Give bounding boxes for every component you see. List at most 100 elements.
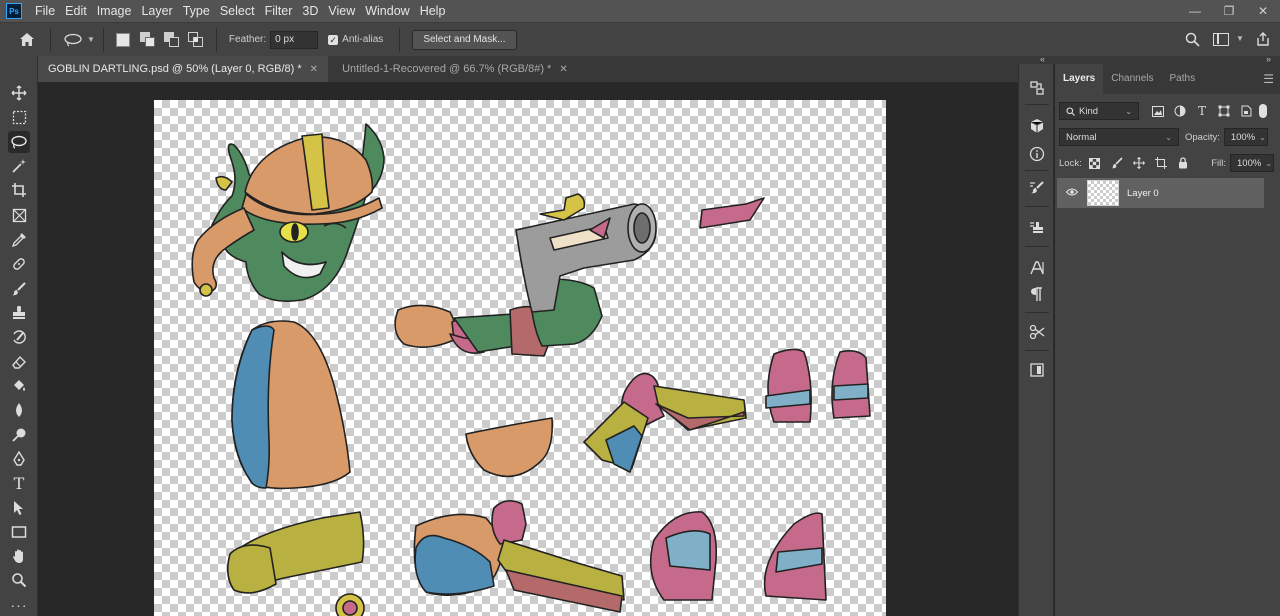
rectangle-tool-icon[interactable] (8, 521, 30, 543)
lock-label: Lock: (1059, 157, 1082, 169)
close-tab-icon[interactable]: ✕ (310, 64, 318, 75)
history-panel-icon[interactable] (1027, 78, 1047, 98)
lock-image-pixels-icon[interactable] (1110, 156, 1124, 170)
layers-scrollbar[interactable] (1268, 100, 1278, 300)
move-tool-icon[interactable] (8, 82, 30, 104)
blend-mode-select[interactable]: Normal ⌄ (1059, 128, 1179, 146)
menu-filter[interactable]: Filter (262, 4, 300, 18)
menu-type[interactable]: Type (180, 4, 217, 18)
menu-select[interactable]: Select (217, 4, 262, 18)
smart-object-filter-icon[interactable] (1239, 104, 1253, 118)
opacity-input[interactable]: 100% ⌄ (1223, 128, 1268, 146)
new-selection-icon[interactable] (115, 32, 130, 47)
menu-file[interactable]: File (32, 4, 62, 18)
lock-position-icon[interactable] (1132, 156, 1146, 170)
layer-name[interactable]: Layer 0 (1127, 188, 1159, 199)
subtract-selection-icon[interactable] (163, 31, 180, 48)
crop-tool-icon[interactable] (8, 179, 30, 201)
adjustment-layer-filter-icon[interactable] (1173, 104, 1187, 118)
menu-help[interactable]: Help (417, 4, 453, 18)
share-icon[interactable] (1255, 31, 1271, 50)
brush-tool-icon[interactable] (8, 278, 30, 300)
lasso-tool-preset-icon[interactable]: ▼ (63, 33, 95, 47)
workspace-icon[interactable] (1213, 33, 1229, 46)
minimize-icon[interactable]: — (1188, 4, 1202, 18)
anti-alias-checkbox[interactable]: ✓ (328, 34, 339, 45)
menu-layer[interactable]: Layer (138, 4, 179, 18)
filter-kind-select[interactable]: Kind ⌄ (1059, 102, 1139, 120)
clone-source-panel-icon[interactable] (1027, 218, 1047, 238)
blend-opacity-row: Normal ⌄ Opacity: 100% ⌄ (1059, 128, 1274, 146)
tab-layers[interactable]: Layers (1055, 64, 1104, 94)
close-icon[interactable]: ✕ (1256, 4, 1270, 18)
shape-layer-filter-icon[interactable] (1217, 104, 1231, 118)
3d-panel-icon[interactable] (1027, 116, 1047, 136)
brush-settings-panel-icon[interactable] (1027, 178, 1047, 198)
hand-tool-icon[interactable] (8, 545, 30, 567)
collapse-panels-icon[interactable]: « (1040, 54, 1045, 64)
layers-panel-tabs: Layers Channels Paths ☰ (1055, 64, 1280, 94)
type-tool-icon[interactable]: T (8, 472, 30, 494)
search-icon[interactable] (1185, 32, 1200, 50)
tab-goblin-dartling[interactable]: GOBLIN DARTLING.psd @ 50% (Layer 0, RGB/… (38, 56, 329, 82)
character-panel-icon[interactable] (1027, 258, 1047, 278)
menu-window[interactable]: Window (362, 4, 416, 18)
opacity-label: Opacity: (1185, 131, 1220, 143)
paint-bucket-tool-icon[interactable] (8, 375, 30, 397)
pen-tool-icon[interactable] (8, 448, 30, 470)
history-brush-tool-icon[interactable] (8, 326, 30, 348)
menu-image[interactable]: Image (94, 4, 139, 18)
lock-artboard-icon[interactable] (1154, 156, 1168, 170)
layer-row[interactable]: Layer 0 (1057, 178, 1264, 208)
chevron-down-icon[interactable]: ▼ (87, 35, 95, 44)
marquee-tool-icon[interactable] (8, 106, 30, 128)
tab-label: Untitled-1-Recovered @ 66.7% (RGB/8#) * (342, 63, 552, 75)
info-panel-icon[interactable] (1027, 144, 1047, 164)
filter-toggle-icon[interactable] (1259, 104, 1267, 118)
workspace-chevron-icon[interactable]: ▼ (1236, 34, 1244, 43)
home-icon[interactable] (18, 31, 36, 49)
zoom-tool-icon[interactable] (8, 569, 30, 591)
tab-channels[interactable]: Channels (1103, 64, 1161, 94)
select-and-mask-button[interactable]: Select and Mask... (412, 29, 517, 50)
canvas-area[interactable] (38, 82, 1018, 616)
path-selection-tool-icon[interactable] (8, 497, 30, 519)
tool-presets-panel-icon[interactable] (1027, 322, 1047, 342)
lock-all-icon[interactable] (1176, 156, 1190, 170)
lock-transparent-pixels-icon[interactable] (1088, 156, 1102, 170)
tab-untitled-recovered[interactable]: Untitled-1-Recovered @ 66.7% (RGB/8#) * … (332, 56, 578, 82)
properties-panel-icon[interactable] (1027, 360, 1047, 380)
blur-tool-icon[interactable] (8, 399, 30, 421)
blend-mode-value: Normal (1066, 131, 1097, 143)
chevron-down-icon[interactable]: ⌄ (1259, 133, 1266, 142)
layer-thumbnail[interactable] (1087, 180, 1119, 206)
panel-menu-icon[interactable]: ☰ (1263, 72, 1274, 86)
eye-icon[interactable] (1063, 187, 1081, 199)
tab-paths[interactable]: Paths (1162, 64, 1204, 94)
feather-input[interactable]: 0 px (270, 30, 319, 49)
restore-icon[interactable]: ❐ (1222, 4, 1236, 18)
intersect-selection-icon[interactable] (187, 31, 204, 48)
magic-wand-tool-icon[interactable] (8, 155, 30, 177)
paragraph-panel-icon[interactable] (1027, 284, 1047, 304)
frame-tool-icon[interactable] (8, 204, 30, 226)
menu-edit[interactable]: Edit (62, 4, 94, 18)
menu-3d[interactable]: 3D (299, 4, 325, 18)
more-tools-icon[interactable]: ··· (8, 594, 30, 616)
document-canvas[interactable] (154, 100, 886, 616)
close-tab-icon[interactable]: ✕ (559, 64, 567, 75)
eraser-tool-icon[interactable] (8, 351, 30, 373)
lasso-tool-icon[interactable] (8, 131, 30, 153)
healing-brush-tool-icon[interactable] (8, 253, 30, 275)
lock-fill-row: Lock: Fill: 100% ⌄ (1059, 154, 1274, 172)
photoshop-logo: Ps (6, 3, 22, 19)
clone-stamp-tool-icon[interactable] (8, 302, 30, 324)
add-selection-icon[interactable] (139, 31, 156, 48)
dodge-tool-icon[interactable] (8, 424, 30, 446)
options-bar: ▼ Feather: 0 px ✓ Anti-alias Select and … (0, 22, 1280, 56)
menu-view[interactable]: View (325, 4, 362, 18)
eyedropper-tool-icon[interactable] (8, 229, 30, 251)
pixel-layer-filter-icon[interactable] (1151, 104, 1165, 118)
collapse-layers-panel-icon[interactable]: » (1266, 54, 1271, 64)
type-layer-filter-icon[interactable]: T (1195, 104, 1209, 118)
